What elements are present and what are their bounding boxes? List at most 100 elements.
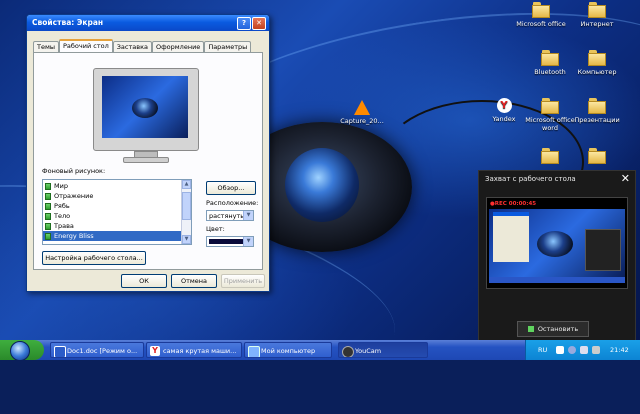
background-name: Energy Bliss: [54, 232, 94, 240]
network-icon[interactable]: [556, 346, 564, 354]
close-button[interactable]: ✕: [252, 17, 266, 30]
position-select[interactable]: растянуть ▼: [206, 210, 254, 221]
stop-label: Остановить: [537, 325, 579, 333]
list-item[interactable]: Рябь: [43, 201, 191, 211]
desktop-icon-label: Capture_20...: [340, 117, 384, 125]
list-item[interactable]: Отражение: [43, 191, 191, 201]
computer-icon: [248, 346, 260, 357]
taskbar-item-label: Doc1.doc [Режим о...: [67, 347, 138, 355]
dialog-titlebar[interactable]: Свойства: Экран ? ✕: [27, 15, 269, 31]
list-item[interactable]: Мир: [43, 181, 191, 191]
picture-file-icon: [45, 182, 51, 190]
cancel-button[interactable]: Отмена: [171, 274, 217, 288]
monitor-base: [123, 157, 169, 163]
taskbar-item-word[interactable]: Doc1.doc [Режим о...: [50, 342, 144, 358]
preview-dialog-thumbnail: [493, 212, 529, 262]
chevron-down-icon: ▼: [243, 237, 253, 246]
desktop-icon-label: Bluetooth: [534, 68, 566, 76]
wallpaper-orb-core: [285, 148, 359, 222]
taskbar-item-youcam[interactable]: YouCam: [338, 342, 428, 358]
background-name: Рябь: [54, 202, 70, 210]
stop-recording-button[interactable]: Остановить: [517, 321, 589, 337]
color-picker[interactable]: ▼: [206, 236, 254, 247]
tab-strip: Темы Рабочий стол Заставка Оформление Па…: [33, 39, 252, 54]
picture-file-icon: [45, 222, 51, 230]
picture-file-icon: [45, 192, 51, 200]
capture-panel-titlebar: Захват с рабочего стола ✕: [479, 171, 635, 187]
position-label: Расположение:: [206, 199, 259, 207]
picture-file-icon: [45, 232, 51, 240]
customize-desktop-button[interactable]: Настройка рабочего стола...: [42, 251, 146, 265]
start-button[interactable]: [0, 340, 44, 361]
tray-app-icon[interactable]: [592, 346, 600, 354]
desktop-capture-panel: Захват с рабочего стола ✕ ●REC 00:00:45 …: [478, 170, 636, 342]
scroll-thumb[interactable]: [182, 192, 191, 220]
apply-button[interactable]: Применить: [221, 274, 265, 288]
color-swatch: [209, 239, 243, 244]
taskbar-item-label: YouCam: [355, 347, 382, 355]
folder-icon: [588, 2, 606, 18]
webcam-tray-icon[interactable]: [568, 346, 576, 354]
help-button[interactable]: ?: [237, 17, 251, 30]
stop-icon: [527, 326, 534, 332]
scroll-down-arrow-icon[interactable]: ▼: [182, 235, 191, 244]
desktop-icon-microsoft-office[interactable]: Microsoft office: [513, 2, 569, 28]
preview-wallpaper-orb: [132, 98, 158, 118]
ok-button[interactable]: ОК: [121, 274, 167, 288]
desktop-icon-label: Интернет: [580, 20, 614, 28]
scroll-up-arrow-icon[interactable]: ▲: [182, 180, 191, 189]
volume-icon[interactable]: [580, 346, 588, 354]
background-label: Фоновый рисунок:: [42, 167, 106, 175]
background-name: Мир: [54, 182, 68, 190]
desktop-icon-label: Компьютер: [577, 68, 617, 76]
desktop-icon-label: Yandex: [492, 115, 516, 123]
list-item[interactable]: Тело: [43, 211, 191, 221]
word-document-icon: [54, 346, 66, 357]
list-item-selected[interactable]: Energy Bliss: [43, 231, 181, 241]
recording-timer: ●REC 00:00:45: [490, 201, 537, 207]
background-name: Трава: [54, 222, 74, 230]
desktop-icon-internet[interactable]: Интернет: [569, 2, 625, 28]
color-label: Цвет:: [206, 225, 225, 233]
taskbar-item-my-computer[interactable]: Мой компьютер: [244, 342, 332, 358]
list-scrollbar[interactable]: ▲ ▼: [181, 180, 191, 244]
close-icon[interactable]: ✕: [621, 171, 630, 187]
folder-icon: [541, 50, 559, 66]
background-name: Тело: [54, 212, 71, 220]
preview-desktop: [489, 209, 625, 277]
desktop-icon-presentations[interactable]: Презентации: [569, 98, 625, 124]
desktop-icon-label: Microsoft office: [516, 20, 566, 28]
preview-panel-thumbnail: [585, 229, 621, 271]
webcam-icon: [342, 346, 354, 357]
desktop-tab-panel: Фоновый рисунок: Мир Отражение Рябь Тело…: [33, 52, 263, 270]
yandex-icon: Y: [150, 346, 160, 356]
preview-taskbar: [489, 277, 625, 283]
list-item[interactable]: Трава: [43, 221, 191, 231]
language-indicator[interactable]: RU: [538, 340, 547, 360]
background-list[interactable]: Мир Отражение Рябь Тело Трава Energy Bli…: [42, 179, 192, 245]
background-name: Отражение: [54, 192, 94, 200]
monitor-preview-screen: [102, 76, 188, 138]
system-tray: RU 21:42: [525, 340, 640, 360]
clock[interactable]: 21:42: [610, 340, 629, 360]
browse-button[interactable]: Обзор...: [206, 181, 256, 195]
folder-icon: [588, 98, 606, 114]
desktop-icon-folder[interactable]: [569, 148, 625, 166]
position-value: растянуть: [209, 212, 245, 220]
folder-icon: [532, 2, 550, 18]
taskbar-item-browser[interactable]: Y самая крутая маши...: [146, 342, 242, 358]
dialog-title: Свойства: Экран: [32, 18, 104, 27]
chevron-down-icon: ▼: [243, 211, 253, 220]
picture-file-icon: [45, 212, 51, 220]
desktop-icon-capture-video[interactable]: Capture_20...: [334, 100, 390, 125]
vlc-cone-icon: [354, 100, 370, 115]
display-properties-dialog: Свойства: Экран ? ✕ Темы Рабочий стол За…: [26, 14, 270, 292]
taskbar: Doc1.doc [Режим о... Y самая крутая маши…: [0, 340, 640, 361]
taskbar-item-label: самая крутая маши...: [163, 347, 237, 355]
capture-preview: ●REC 00:00:45: [486, 197, 628, 289]
folder-icon: [588, 50, 606, 66]
picture-file-icon: [45, 202, 51, 210]
windows-logo-icon: [10, 341, 30, 361]
capture-panel-title: Захват с рабочего стола: [485, 175, 576, 183]
desktop-icon-computer[interactable]: Компьютер: [569, 50, 625, 76]
